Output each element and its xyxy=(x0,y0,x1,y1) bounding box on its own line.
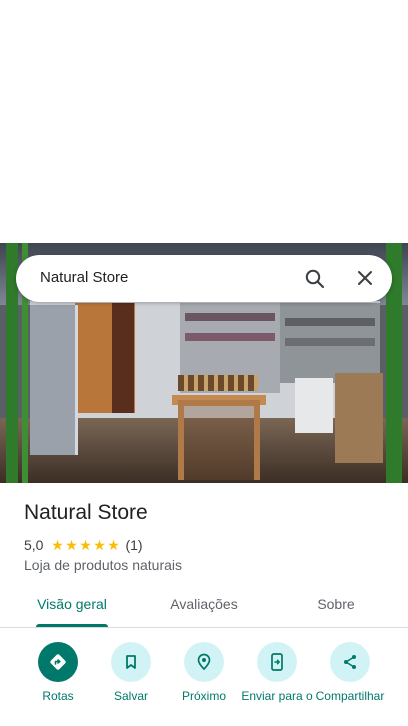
search-input[interactable]: Natural Store xyxy=(40,269,128,286)
share-label: Compartilhar xyxy=(315,689,385,703)
tab-overview[interactable]: Visão geral xyxy=(24,596,120,612)
close-icon[interactable] xyxy=(354,267,376,289)
star-icon: ★ xyxy=(51,537,64,553)
share-button[interactable]: Compartilhar xyxy=(310,642,390,703)
star-rating: ★ ★ ★ ★ ★ xyxy=(50,538,120,552)
directions-label: Rotas xyxy=(42,689,74,703)
map-blank-area xyxy=(0,0,408,243)
save-label: Salvar xyxy=(113,689,148,703)
nearby-label: Próximo xyxy=(181,689,226,703)
rating-row[interactable]: 5,0 ★ ★ ★ ★ ★ (1) xyxy=(24,536,143,554)
place-category[interactable]: Loja de produtos naturais xyxy=(24,557,182,573)
save-button[interactable]: Salvar xyxy=(91,642,171,703)
tabs-divider xyxy=(0,627,408,628)
rating-value: 5,0 xyxy=(24,537,44,553)
star-icon: ★ xyxy=(107,537,120,553)
directions-icon xyxy=(38,642,78,682)
share-icon xyxy=(330,642,370,682)
tab-reviews[interactable]: Avaliações xyxy=(152,596,256,612)
review-count[interactable]: (1) xyxy=(125,537,142,553)
directions-button[interactable]: Rotas xyxy=(18,642,98,703)
star-icon: ★ xyxy=(93,537,106,553)
send-to-phone-icon xyxy=(257,642,297,682)
send-to-phone-button[interactable]: Enviar para o xyxy=(237,642,317,703)
place-title: Natural Store xyxy=(24,501,148,524)
star-icon: ★ xyxy=(79,537,92,553)
send-to-phone-label: Enviar para o xyxy=(241,689,313,703)
tab-about[interactable]: Sobre xyxy=(296,596,376,612)
bookmark-icon xyxy=(111,642,151,682)
nearby-icon xyxy=(184,642,224,682)
search-icon[interactable] xyxy=(304,268,326,290)
star-icon: ★ xyxy=(65,537,78,553)
nearby-button[interactable]: Próximo xyxy=(164,642,244,703)
search-bar[interactable]: Natural Store xyxy=(16,255,392,302)
